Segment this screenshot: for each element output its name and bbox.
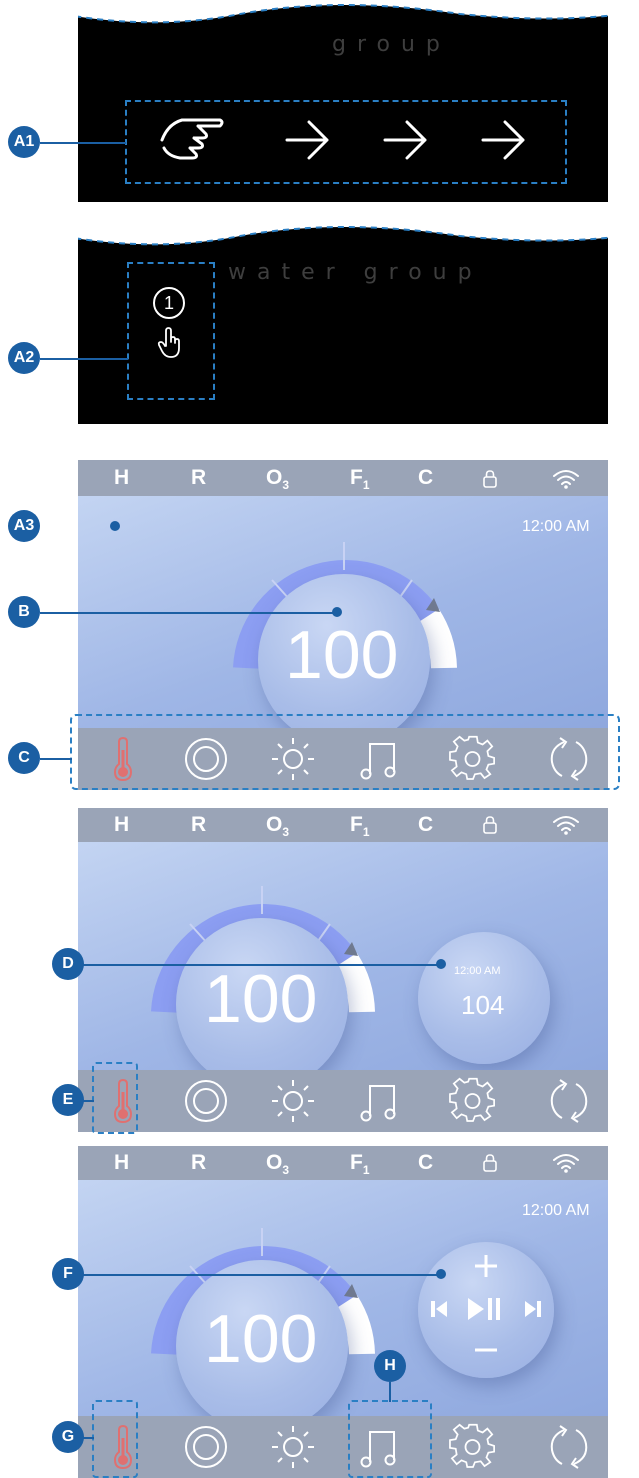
thermometer-highlight-box	[92, 1062, 138, 1134]
bottom-toolbar	[78, 1416, 608, 1478]
set-time: 12:00 AM	[454, 965, 501, 977]
callout-a2: A2	[8, 342, 40, 374]
bottom-toolbar	[78, 1070, 608, 1132]
callout-b: B	[8, 596, 40, 628]
temperature-screen[interactable]: 100 12:00 AM 104	[78, 842, 608, 1070]
previous-icon[interactable]	[428, 1298, 450, 1320]
wifi-icon	[553, 816, 579, 835]
arrow-right-icon	[285, 120, 329, 160]
thermometer-highlight-box	[92, 1400, 138, 1478]
leader-line	[70, 1274, 442, 1276]
settings-icon[interactable]	[448, 1422, 498, 1472]
status-bar: H R O3 F1 C	[78, 808, 608, 842]
status-clean: C	[418, 1151, 434, 1174]
clock-time: 12:00 AM	[522, 518, 590, 535]
lock-icon	[483, 1154, 497, 1172]
tap-icon	[157, 327, 180, 358]
wifi-icon	[553, 1154, 579, 1173]
status-ozone: O3	[266, 813, 290, 840]
arrow-right-icon	[481, 120, 525, 160]
status-ozone: O3	[266, 1151, 290, 1178]
status-heater: H	[114, 466, 130, 489]
spa-panel-temperature: H R O3 F1 C 100 12:00 AM 104	[78, 808, 608, 1132]
brand-text: water group	[228, 260, 483, 285]
leader-line	[389, 1382, 391, 1402]
play-pause-icon[interactable]	[466, 1296, 504, 1322]
status-clean: C	[418, 466, 434, 489]
callout-a3: A3	[8, 510, 40, 542]
callout-g: G	[52, 1421, 84, 1453]
leader-line	[40, 758, 72, 760]
clock-time: 12:00 AM	[522, 1202, 590, 1219]
jets-icon[interactable]	[181, 1422, 231, 1472]
status-heater: H	[114, 1151, 130, 1174]
music-icon[interactable]	[356, 1076, 406, 1126]
cycle-icon[interactable]	[544, 1076, 594, 1126]
brand-text: group	[332, 32, 451, 57]
splash-panel-a1: group	[78, 0, 608, 202]
set-temperature-value: 104	[461, 990, 505, 1020]
callout-c: C	[8, 742, 40, 774]
leader-line	[40, 358, 128, 360]
light-icon[interactable]	[268, 1076, 318, 1126]
callout-d: D	[52, 948, 84, 980]
leader-dot	[332, 607, 342, 617]
leader-line	[40, 612, 336, 614]
callout-h: H	[374, 1350, 406, 1382]
step-number: 1	[163, 292, 174, 313]
status-filter: F1	[350, 813, 370, 840]
arrow-right-icon	[383, 120, 427, 160]
next-icon[interactable]	[522, 1298, 544, 1320]
status-ready: R	[191, 1151, 207, 1174]
callout-f: F	[52, 1258, 84, 1290]
plus-icon[interactable]	[472, 1252, 500, 1280]
status-bar: H R O3 F1 C	[78, 460, 608, 496]
current-temperature: 100	[204, 961, 318, 1037]
current-temperature: 100	[204, 1301, 318, 1377]
leader-line	[40, 525, 112, 527]
status-filter: F1	[350, 466, 370, 493]
leader-line	[40, 142, 126, 144]
status-clean: C	[418, 813, 434, 836]
splash-panel-a2: water group 1	[78, 222, 608, 424]
music-highlight-box	[348, 1400, 432, 1478]
light-icon[interactable]	[268, 1422, 318, 1472]
leader-dot	[436, 959, 446, 969]
audio-screen[interactable]: 100 12:00 AM	[78, 1180, 608, 1416]
status-bar: H R O3 F1 C	[78, 1146, 608, 1180]
callout-a1: A1	[8, 126, 40, 158]
jets-icon[interactable]	[181, 1076, 231, 1126]
current-temperature: 100	[285, 617, 399, 693]
status-heater: H	[114, 813, 130, 836]
status-filter: F1	[350, 1151, 370, 1178]
settings-icon[interactable]	[448, 1076, 498, 1126]
wifi-icon	[553, 470, 579, 489]
lock-icon	[483, 816, 497, 834]
status-ready: R	[191, 466, 207, 489]
leader-line	[70, 964, 442, 966]
cycle-icon[interactable]	[544, 1422, 594, 1472]
step-number-circle: 1	[153, 287, 185, 319]
lock-icon	[483, 470, 497, 488]
pointing-hand-icon	[160, 118, 224, 160]
status-ozone: O3	[266, 466, 290, 493]
spa-panel-audio: H R O3 F1 C 100 12:00 AM	[78, 1146, 608, 1478]
toolbar-highlight-box	[70, 714, 620, 790]
status-ready: R	[191, 813, 207, 836]
leader-dot	[436, 1269, 446, 1279]
callout-e: E	[52, 1084, 84, 1116]
minus-icon[interactable]	[472, 1340, 500, 1360]
